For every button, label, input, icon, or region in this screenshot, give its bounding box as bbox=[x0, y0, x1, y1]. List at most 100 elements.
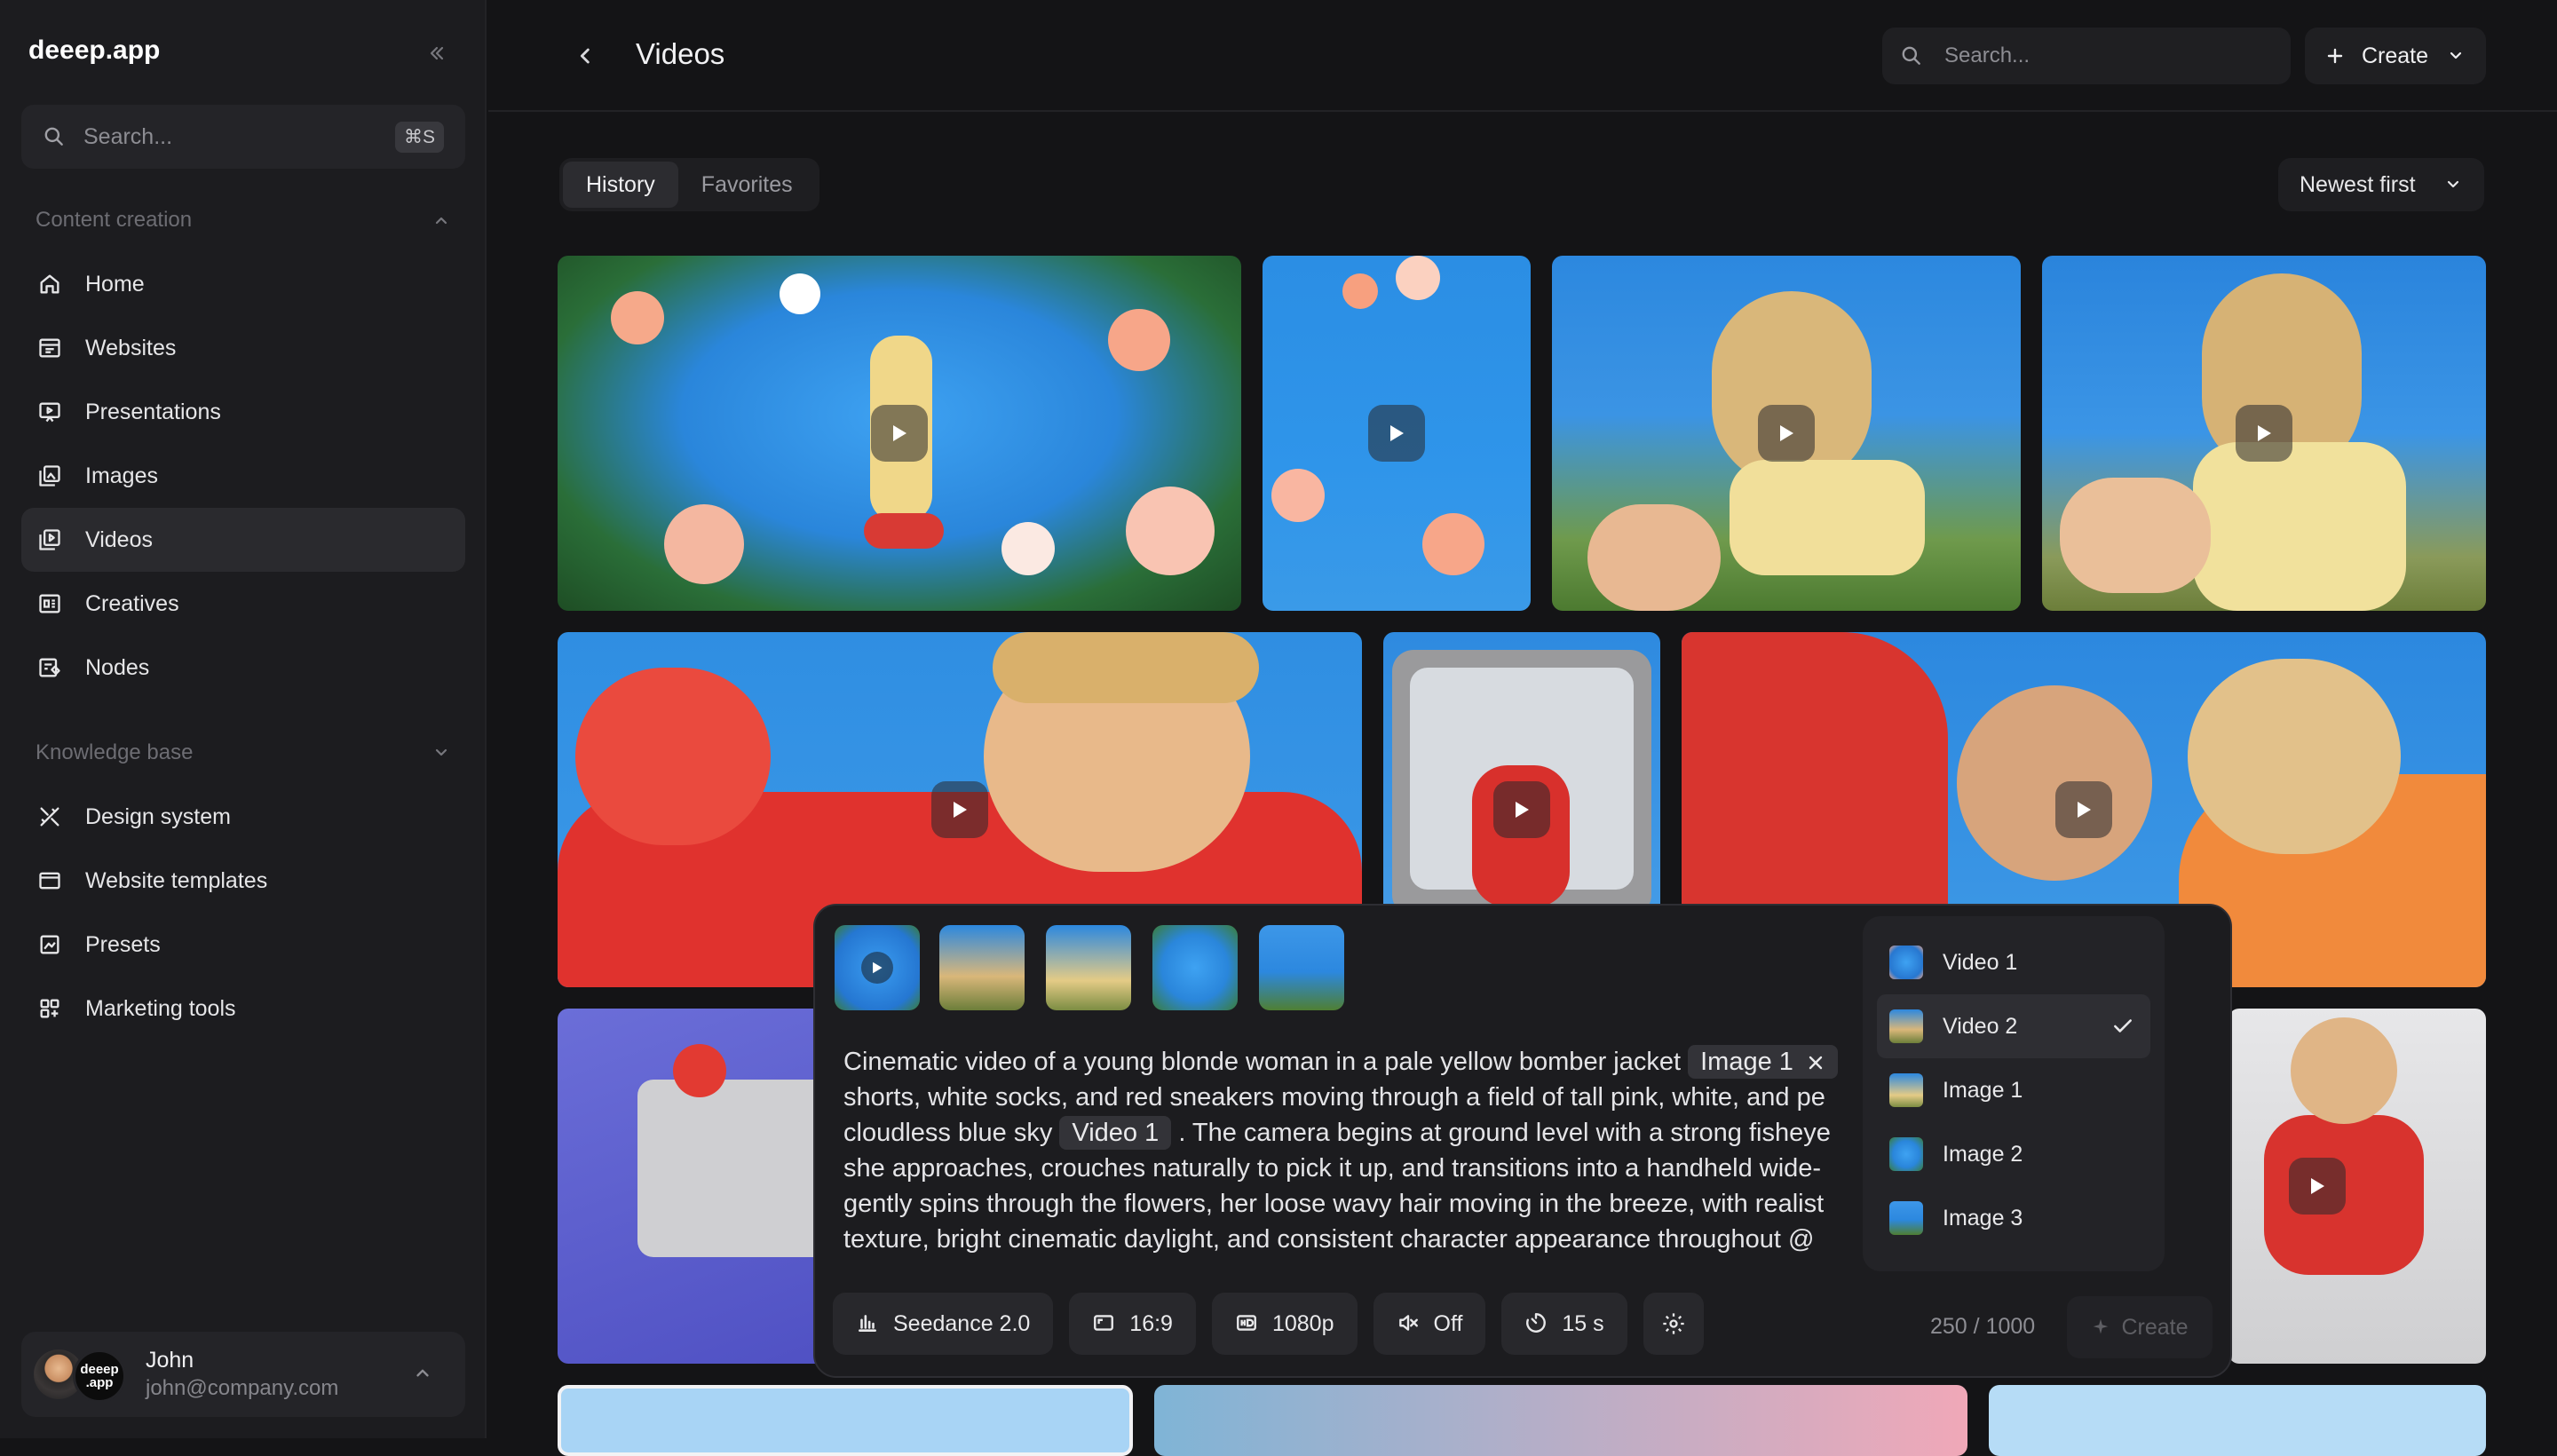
flower-shape bbox=[1422, 513, 1484, 575]
marketing-tools-icon bbox=[36, 994, 64, 1023]
mention-option-video-2[interactable]: Video 2 bbox=[1877, 994, 2150, 1058]
nodes-icon bbox=[36, 653, 64, 682]
app-logo[interactable]: deeep.app bbox=[28, 36, 160, 66]
jacket-shape bbox=[2193, 442, 2406, 611]
plus-icon bbox=[2324, 45, 2346, 67]
sidebar-item-label: Marketing tools bbox=[85, 995, 236, 1021]
play-icon[interactable] bbox=[1493, 781, 1550, 838]
video-thumbnail[interactable] bbox=[558, 256, 1241, 611]
play-icon[interactable] bbox=[1368, 405, 1425, 462]
presentation-icon bbox=[36, 398, 64, 426]
model-select[interactable]: Seedance 2.0 bbox=[833, 1293, 1054, 1355]
prompt-textarea[interactable]: Cinematic video of a young blonde woman … bbox=[843, 1044, 1864, 1257]
sort-select[interactable]: Newest first bbox=[2278, 158, 2484, 211]
play-icon[interactable] bbox=[2055, 781, 2112, 838]
sidebar-item-label: Images bbox=[85, 463, 158, 488]
mention-chip-image-1[interactable]: Image 1 bbox=[1688, 1045, 1838, 1079]
sidebar-item-label: Website templates bbox=[85, 867, 268, 893]
option-thumbnail bbox=[1889, 1073, 1923, 1107]
duration-select[interactable]: 15 s bbox=[1501, 1293, 1627, 1355]
sidebar-item-home[interactable]: Home bbox=[21, 252, 465, 316]
reference-thumbnail[interactable] bbox=[939, 925, 1025, 1010]
chevron-down-icon[interactable] bbox=[431, 743, 451, 763]
play-icon[interactable] bbox=[871, 405, 928, 462]
generate-button-label: Create bbox=[2121, 1314, 2189, 1340]
tab-history[interactable]: History bbox=[563, 162, 678, 208]
sidebar-item-videos[interactable]: Videos bbox=[21, 508, 465, 572]
video-thumbnail[interactable] bbox=[1989, 1385, 2486, 1456]
audio-toggle[interactable]: Off bbox=[1373, 1293, 1486, 1355]
reference-thumbnail[interactable] bbox=[1152, 925, 1238, 1010]
resolution-icon bbox=[1235, 1311, 1260, 1336]
user-name: John bbox=[146, 1348, 194, 1373]
jacket-shape bbox=[1730, 460, 1925, 575]
play-icon[interactable] bbox=[2289, 1158, 2346, 1215]
tab-favorites[interactable]: Favorites bbox=[678, 162, 816, 208]
aspect-ratio-icon bbox=[1092, 1311, 1117, 1336]
reference-thumbnail[interactable] bbox=[1046, 925, 1131, 1010]
video-thumbnail[interactable] bbox=[2228, 1009, 2486, 1364]
video-thumbnail[interactable] bbox=[1263, 256, 1531, 611]
sidebar-item-label: Presets bbox=[85, 931, 161, 957]
mention-chip-video-1[interactable]: Video 1 bbox=[1059, 1116, 1172, 1150]
play-icon[interactable] bbox=[1758, 405, 1815, 462]
video-thumbnail[interactable] bbox=[1552, 256, 2021, 611]
face-shape bbox=[1957, 685, 2152, 881]
face-shape bbox=[2188, 659, 2401, 854]
prompt-line: cloudless blue sky bbox=[843, 1119, 1053, 1147]
sidebar-item-website-templates[interactable]: Website templates bbox=[21, 849, 465, 913]
sidebar-item-design-system[interactable]: Design system bbox=[21, 785, 465, 849]
advanced-settings-button[interactable] bbox=[1643, 1293, 1704, 1355]
prompt-line: Cinematic video of a young blonde woman … bbox=[843, 1048, 1682, 1076]
workspace-badge: deeep .app bbox=[73, 1349, 126, 1403]
sidebar-item-nodes[interactable]: Nodes bbox=[21, 636, 465, 700]
chevron-down-icon bbox=[2443, 175, 2463, 194]
creatives-icon bbox=[36, 590, 64, 618]
sidebar-search-input[interactable]: Search... ⌘S bbox=[21, 105, 465, 169]
sidebar-item-websites[interactable]: Websites bbox=[21, 316, 465, 380]
header-search-placeholder: Search... bbox=[1944, 44, 2031, 67]
aspect-ratio-select[interactable]: 16:9 bbox=[1069, 1293, 1196, 1355]
mention-option-video-1[interactable]: Video 1 bbox=[1877, 930, 2150, 994]
audio-label: Off bbox=[1433, 1310, 1463, 1336]
user-menu[interactable]: deeep .app John john@company.com bbox=[21, 1332, 465, 1417]
sidebar-item-label: Nodes bbox=[85, 654, 150, 680]
flower-shape bbox=[1108, 309, 1170, 371]
hair-shape bbox=[993, 632, 1259, 703]
chevron-up-icon[interactable] bbox=[431, 210, 451, 230]
mention-option-image-3[interactable]: Image 3 bbox=[1877, 1186, 2150, 1250]
reference-thumbnail[interactable] bbox=[1259, 925, 1344, 1010]
mention-option-image-2[interactable]: Image 2 bbox=[1877, 1122, 2150, 1186]
reference-thumbnail[interactable] bbox=[835, 925, 920, 1010]
video-thumbnail[interactable] bbox=[2042, 256, 2486, 611]
prompt-line: shorts, white socks, and red sneakers mo… bbox=[843, 1083, 1825, 1112]
section-knowledge-base[interactable]: Knowledge base bbox=[36, 735, 451, 771]
sidebar-item-label: Websites bbox=[85, 335, 177, 360]
sidebar-item-presentations[interactable]: Presentations bbox=[21, 380, 465, 444]
chevron-up-icon[interactable] bbox=[412, 1362, 437, 1387]
collapse-sidebar-icon[interactable] bbox=[423, 39, 451, 67]
sidebar-item-creatives[interactable]: Creatives bbox=[21, 572, 465, 636]
prompt-line: gently spins through the flowers, her lo… bbox=[843, 1190, 1825, 1218]
sidebar-item-images[interactable]: Images bbox=[21, 444, 465, 508]
sidebar-item-marketing-tools[interactable]: Marketing tools bbox=[21, 977, 465, 1041]
mention-option-image-1[interactable]: Image 1 bbox=[1877, 1058, 2150, 1122]
section-content-creation[interactable]: Content creation bbox=[36, 202, 451, 238]
workspace-badge-text: deeep .app bbox=[80, 1362, 119, 1390]
play-icon[interactable] bbox=[2236, 405, 2292, 462]
header-search-input[interactable]: Search... bbox=[1882, 28, 2291, 84]
back-icon[interactable] bbox=[574, 43, 598, 69]
play-icon[interactable] bbox=[931, 781, 988, 838]
flower-shape bbox=[1126, 487, 1215, 575]
character-counter: 250 / 1000 bbox=[1930, 1314, 2036, 1339]
video-thumbnail[interactable] bbox=[558, 1385, 1133, 1456]
video-icon bbox=[36, 526, 64, 554]
video-thumbnail[interactable] bbox=[1154, 1385, 1967, 1456]
close-icon[interactable] bbox=[1806, 1053, 1825, 1072]
sidebar-item-presets[interactable]: Presets bbox=[21, 913, 465, 977]
generate-button[interactable]: Create bbox=[2067, 1296, 2213, 1358]
create-button[interactable]: Create bbox=[2305, 28, 2486, 84]
presets-icon bbox=[36, 930, 64, 959]
model-label: Seedance 2.0 bbox=[893, 1310, 1031, 1336]
resolution-select[interactable]: 1080p bbox=[1211, 1293, 1358, 1355]
